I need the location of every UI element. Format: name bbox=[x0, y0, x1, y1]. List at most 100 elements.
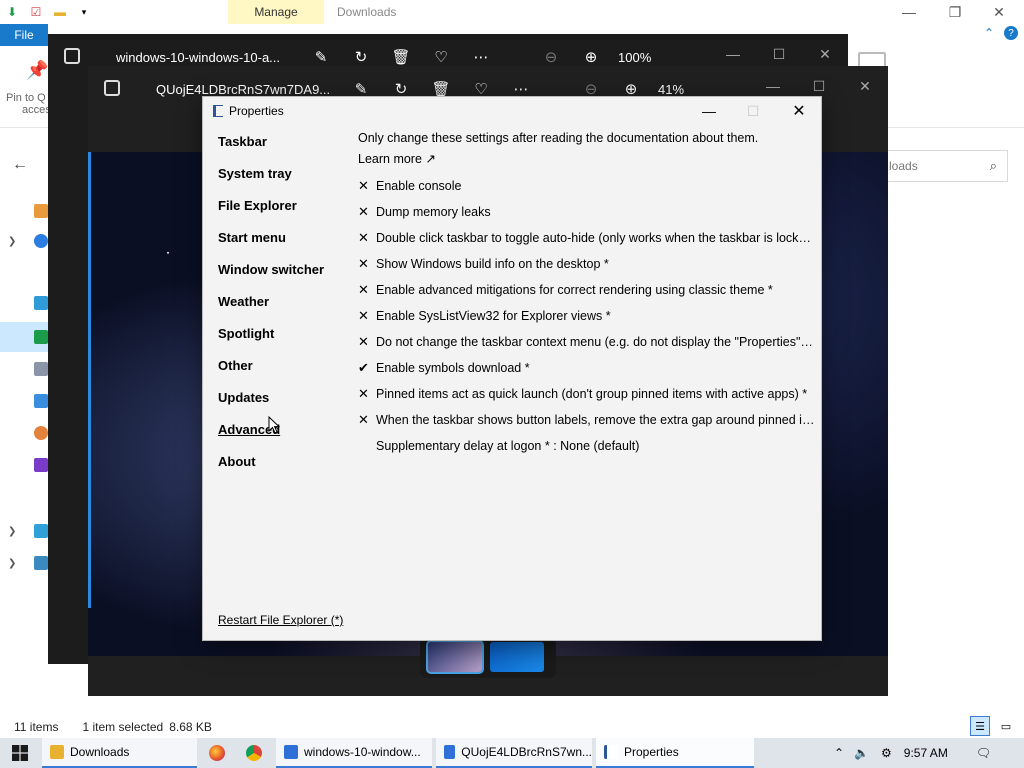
status-selected: 1 item selected bbox=[82, 720, 164, 734]
volume-icon[interactable]: 🔈 bbox=[854, 746, 869, 760]
properties-check-icon[interactable]: ☑ bbox=[28, 4, 44, 20]
download-arrow-icon[interactable]: ⬇ bbox=[4, 4, 20, 20]
taskbar-button-downloads[interactable]: Downloads bbox=[42, 738, 197, 768]
zoom-in-icon[interactable]: ⊕ bbox=[580, 46, 602, 68]
nav-item-home[interactable] bbox=[0, 196, 48, 226]
zoom-out-icon[interactable]: ⊖ bbox=[540, 46, 562, 68]
photos-app-icon bbox=[64, 48, 80, 64]
rotate-icon[interactable]: ↻ bbox=[350, 46, 372, 68]
taskbar-button-photos-2[interactable]: QUojE4LDBrcRnS7wn... bbox=[436, 738, 592, 768]
explorer-close-button[interactable]: ✕ bbox=[976, 0, 1022, 24]
category-file-explorer[interactable]: File Explorer bbox=[218, 198, 297, 213]
nav-item-downloads[interactable] bbox=[0, 322, 48, 352]
photos-back-zoom[interactable]: 100% bbox=[618, 50, 651, 65]
category-taskbar[interactable]: Taskbar bbox=[218, 134, 267, 149]
category-weather[interactable]: Weather bbox=[218, 294, 269, 309]
photos-icon bbox=[444, 745, 456, 759]
photos-back-minimize-button[interactable]: — bbox=[718, 42, 748, 66]
properties-minimize-button[interactable]: — bbox=[687, 99, 731, 123]
navigation-pane: ❯ ❯ ❯ bbox=[0, 190, 48, 590]
option-remove-extra-gap[interactable]: ✕ When the taskbar shows button labels, … bbox=[358, 411, 818, 429]
firefox-icon[interactable] bbox=[209, 745, 225, 761]
delete-icon[interactable]: 🗑 bbox=[390, 46, 412, 68]
nav-item-desktop[interactable] bbox=[0, 288, 48, 318]
taskbar-button-label: windows-10-window... bbox=[304, 745, 421, 759]
pin-icon[interactable]: 📌 bbox=[26, 60, 48, 82]
qat-dropdown-icon[interactable]: ▾ bbox=[76, 4, 92, 20]
option-pinned-quick-launch[interactable]: ✕ Pinned items act as quick launch (don'… bbox=[358, 385, 818, 403]
category-window-switcher[interactable]: Window switcher bbox=[218, 262, 324, 277]
taskbar-button-label: QUojE4LDBrcRnS7wn... bbox=[461, 745, 592, 759]
photos-front-close-button[interactable]: ✕ bbox=[850, 74, 880, 98]
view-toggle: ☰ ▭ bbox=[970, 716, 1016, 736]
nav-item-onedrive[interactable]: ❯ bbox=[0, 226, 48, 256]
start-button[interactable] bbox=[0, 738, 40, 768]
clock[interactable]: 9:57 AM bbox=[904, 746, 948, 760]
learn-more-link[interactable]: Learn more ↗ bbox=[358, 151, 436, 166]
option-show-build-info[interactable]: ✕ Show Windows build info on the desktop… bbox=[358, 255, 818, 273]
details-view-button[interactable]: ☰ bbox=[970, 716, 990, 736]
nav-item-this-pc[interactable]: ❯ bbox=[0, 516, 48, 546]
unchecked-x-icon: ✕ bbox=[358, 282, 369, 297]
show-hidden-icons-chevron-icon[interactable]: ⌃ bbox=[834, 746, 844, 760]
action-center-icon[interactable]: 🗨 bbox=[976, 746, 991, 760]
chrome-icon[interactable] bbox=[246, 745, 262, 761]
option-symbols-download[interactable]: ✔ Enable symbols download * bbox=[358, 359, 818, 377]
nav-item-pictures[interactable] bbox=[0, 386, 48, 416]
filmstrip-thumb-space[interactable] bbox=[426, 640, 484, 674]
search-input[interactable]: loads ⌕ bbox=[880, 150, 1008, 182]
nav-item-videos[interactable] bbox=[0, 450, 48, 480]
chevron-right-icon[interactable]: ❯ bbox=[8, 558, 22, 569]
properties-titlebar[interactable]: Properties — ☐ ✕ bbox=[203, 97, 821, 125]
chevron-right-icon[interactable]: ❯ bbox=[8, 526, 22, 537]
photos-front-maximize-button[interactable]: ☐ bbox=[804, 74, 834, 98]
chevron-right-icon[interactable]: ❯ bbox=[8, 236, 22, 247]
category-other[interactable]: Other bbox=[218, 358, 253, 373]
help-icon[interactable]: ? bbox=[1004, 26, 1018, 40]
properties-close-button[interactable]: ✕ bbox=[777, 99, 821, 123]
back-arrow-icon[interactable]: ← bbox=[12, 156, 28, 174]
more-options-icon[interactable]: ⋯ bbox=[470, 46, 492, 68]
desktop-icon bbox=[34, 296, 48, 310]
filmstrip-thumb-windows[interactable] bbox=[490, 642, 544, 672]
new-folder-icon[interactable]: ▬ bbox=[52, 4, 68, 20]
explorer-minimize-button[interactable]: — bbox=[886, 0, 932, 24]
search-icon[interactable]: ⌕ bbox=[990, 158, 997, 174]
nav-item-documents[interactable] bbox=[0, 354, 48, 384]
ribbon-tab-file[interactable]: File bbox=[0, 24, 48, 46]
taskbar-button-properties[interactable]: Properties bbox=[596, 738, 754, 768]
photos-back-close-button[interactable]: ✕ bbox=[810, 42, 840, 66]
ribbon-tab-manage[interactable]: Manage bbox=[228, 0, 324, 24]
category-updates[interactable]: Updates bbox=[218, 390, 269, 405]
ribbon-collapse-icon[interactable]: ⌃ bbox=[984, 26, 994, 40]
category-start-menu[interactable]: Start menu bbox=[218, 230, 286, 245]
videos-icon bbox=[34, 458, 48, 472]
option-taskbar-context-menu[interactable]: ✕ Do not change the taskbar context menu… bbox=[358, 333, 818, 351]
edit-image-icon[interactable]: ✎ bbox=[310, 46, 332, 68]
photos-front-zoom[interactable]: 41% bbox=[658, 82, 684, 97]
option-double-click-autohide[interactable]: ✕ Double click taskbar to toggle auto-hi… bbox=[358, 229, 818, 247]
favorite-heart-icon[interactable]: ♡ bbox=[430, 46, 452, 68]
taskbar-button-photos-1[interactable]: windows-10-window... bbox=[276, 738, 432, 768]
category-about[interactable]: About bbox=[218, 454, 256, 469]
option-logon-delay[interactable]: Supplementary delay at logon * : None (d… bbox=[358, 437, 818, 455]
large-icons-view-button[interactable]: ▭ bbox=[996, 716, 1016, 736]
option-label: Do not change the taskbar context menu (… bbox=[376, 335, 816, 349]
photos-front-minimize-button[interactable]: — bbox=[758, 74, 788, 98]
nav-item-network[interactable]: ❯ bbox=[0, 548, 48, 578]
option-syslistview32[interactable]: ✕ Enable SysListView32 for Explorer view… bbox=[358, 307, 818, 325]
option-advanced-mitigations[interactable]: ✕ Enable advanced mitigations for correc… bbox=[358, 281, 818, 299]
restart-explorer-link[interactable]: Restart File Explorer (*) bbox=[218, 613, 343, 627]
explorer-restore-button[interactable]: ❐ bbox=[932, 0, 978, 24]
pin-to-quick-access-label[interactable]: Pin to Q acces bbox=[6, 92, 51, 116]
option-enable-console[interactable]: ✕ Enable console bbox=[358, 177, 818, 195]
category-spotlight[interactable]: Spotlight bbox=[218, 326, 274, 341]
nav-item-music[interactable] bbox=[0, 418, 48, 448]
settings-gear-icon[interactable]: ⚙ bbox=[881, 746, 892, 760]
option-label: When the taskbar shows button labels, re… bbox=[376, 413, 816, 427]
photos-back-maximize-button[interactable]: ☐ bbox=[764, 42, 794, 66]
option-dump-memory-leaks[interactable]: ✕ Dump memory leaks bbox=[358, 203, 818, 221]
category-system-tray[interactable]: System tray bbox=[218, 166, 292, 181]
documents-icon bbox=[34, 362, 48, 376]
window-title: Downloads bbox=[337, 5, 397, 19]
